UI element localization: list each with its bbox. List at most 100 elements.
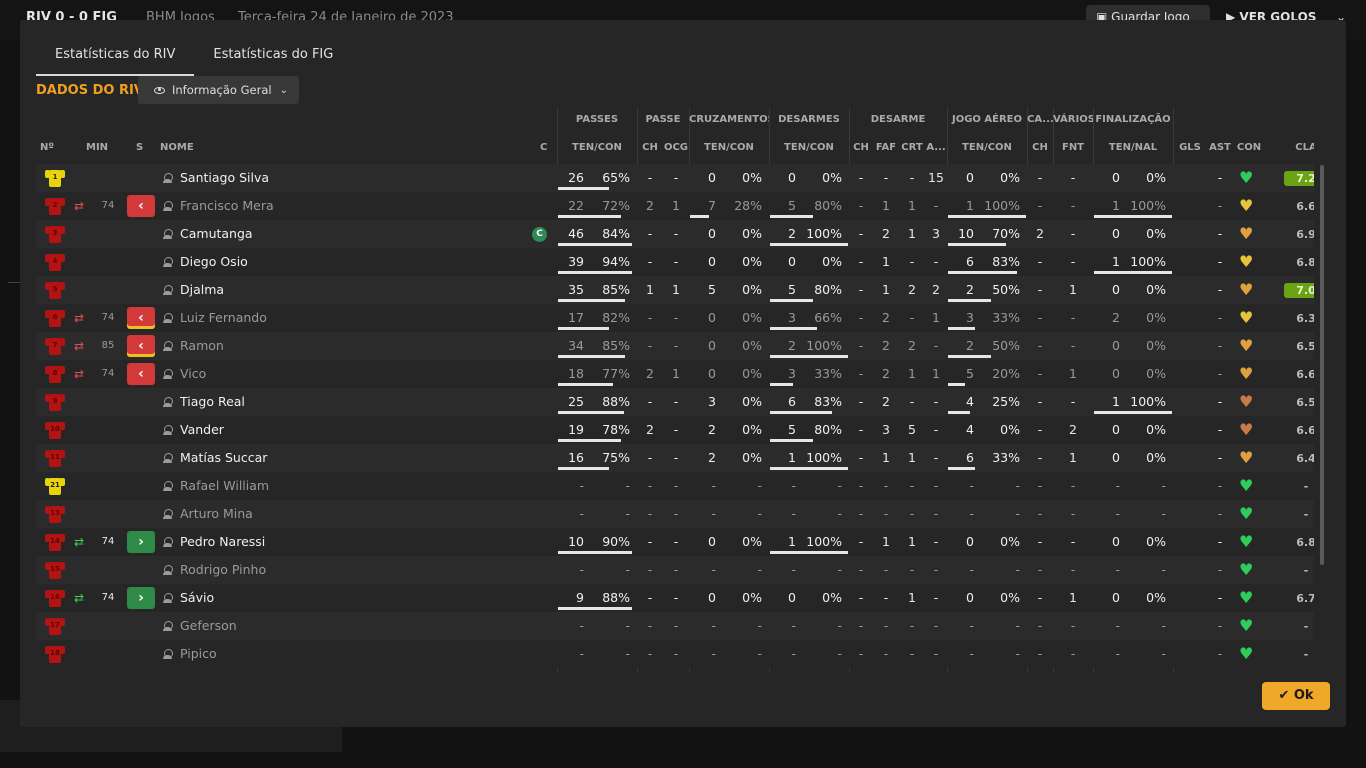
header-aereo-ten-con[interactable]: TEN/CON: [947, 136, 1027, 160]
clearances: -: [909, 646, 915, 661]
player-name[interactable]: Vico: [180, 360, 520, 388]
header-desarme-a[interactable]: A...: [925, 136, 947, 160]
player-name[interactable]: Diego Osio: [180, 248, 520, 276]
header-rating[interactable]: CLA: [1284, 136, 1314, 160]
desarme-a: -: [933, 618, 939, 633]
crosses-completed-pct: 0%: [742, 394, 762, 409]
header-desarme-faf[interactable]: FAF: [873, 136, 899, 160]
table-row[interactable]: 5 Djalma 35 85% 1 1 5 0% 5 80% -1 2 2 2 50% -1 0 0% - ♥ 7.0: [36, 276, 1314, 304]
player-name[interactable]: Matías Succar: [180, 444, 520, 472]
aerial-won-pct: 20%: [992, 366, 1020, 381]
player-name[interactable]: Djalma: [180, 276, 520, 304]
desarme-a: -: [933, 478, 939, 493]
header-ca-ch[interactable]: CH: [1027, 136, 1053, 160]
table-row[interactable]: 9 Tiago Real 25 88% - -3 0% 6 83% -2- -4 25% - -1 100%…: [36, 388, 1314, 416]
header-min[interactable]: MIN: [86, 136, 108, 160]
condition-heart-icon: ♥: [1239, 224, 1254, 243]
table-row[interactable]: 8 ⇄ 74 ‹ Vico 18 77% 2 1 0 0% 3 33% -2 1 1 5 20% -1 0 0% - ♥ 6.…: [36, 360, 1314, 388]
table-row[interactable]: 16 ⇄ 74 › Sávio 9 88% - -0 0% 0 0% - -1-0 0% -1 0 0% - ♥ 6.7: [36, 584, 1314, 612]
player-name[interactable]: Pedro Naressi: [180, 528, 520, 556]
table-row[interactable]: 18 Pipico - - - - - - - - - - - - - - - - - - - ♥ -: [36, 640, 1314, 668]
table-row[interactable]: 10 Vander 19 78% 2-2 0% 5 80% -3 5-4 0% -2 0 0% - ♥ 6.6: [36, 416, 1314, 444]
header-varios-fnt[interactable]: FNT: [1053, 136, 1093, 160]
substituted-in-icon[interactable]: ›: [127, 531, 155, 553]
shots-attempted: -: [1115, 562, 1120, 577]
desarme-a: -: [933, 422, 939, 437]
table-row[interactable]: 2 ⇄ 74 ‹ Francisco Mera 22 72% 2 1 7 28% 5 80% -1 1-1 1…: [36, 192, 1314, 220]
tab-fig-stats[interactable]: Estatísticas do FIG: [194, 46, 352, 76]
header-captain[interactable]: C: [540, 136, 547, 160]
player-name[interactable]: Santiago Silva: [180, 164, 520, 192]
table-row[interactable]: 3 Camutanga C 46 84% - -0 0% 2 100% -2 1 3 10 70% 2-0 0%…: [36, 220, 1314, 248]
substitution-arrows-icon: ⇄: [74, 367, 85, 381]
player-name[interactable]: Geferson: [180, 612, 520, 640]
header-condition[interactable]: CON: [1236, 136, 1262, 160]
crosses-completed-pct: 0%: [742, 422, 762, 437]
tab-riv-stats[interactable]: Estatísticas do RIV: [36, 46, 195, 76]
table-row[interactable]: 7 ⇄ 85 ‹ Ramon 34 85% - -0 0% 2 100% -2 2-2 50% - -0 0% - ♥…: [36, 332, 1314, 360]
player-name[interactable]: Luiz Fernando: [180, 304, 520, 332]
substituted-out-icon[interactable]: ‹: [127, 195, 155, 217]
player-rating: -: [1303, 648, 1309, 661]
table-row[interactable]: 1 Santiago Silva 26 65% - -0 0% 0 0% - - -15 0 0% - -0 0…: [36, 164, 1314, 192]
header-sub[interactable]: S: [136, 136, 143, 160]
shots-on-target-pct: -: [1161, 646, 1166, 661]
shots-attempted: 0: [1112, 590, 1120, 605]
cards: -: [1037, 338, 1043, 353]
table-row[interactable]: 14 ⇄ 74 › Pedro Naressi 10 90% - -0 0% 1 100% -1 1-0 0…: [36, 528, 1314, 556]
player-name[interactable]: Tiago Real: [180, 388, 520, 416]
scrollbar-thumb[interactable]: [1320, 165, 1324, 565]
substituted-out-icon[interactable]: ‹: [127, 335, 155, 357]
player-name[interactable]: Arturo Mina: [180, 500, 520, 528]
player-name[interactable]: Ramon: [180, 332, 520, 360]
shots-accuracy-bar: [1094, 271, 1172, 274]
player-name[interactable]: Rafael William: [180, 472, 520, 500]
player-name[interactable]: Sávio: [180, 584, 520, 612]
crosses-completed-pct: -: [757, 478, 762, 493]
player-name[interactable]: Camutanga: [180, 220, 520, 248]
cards: -: [1037, 198, 1043, 213]
substituted-in-icon[interactable]: ›: [127, 587, 155, 609]
key-passes: -: [647, 226, 653, 241]
table-row[interactable]: 17 Geferson - - - - - - - - - - - - - - - - - - - ♥ -: [36, 612, 1314, 640]
passes-completion-bar: [558, 467, 609, 470]
header-number[interactable]: Nº: [40, 136, 54, 160]
desarme-ch: -: [858, 478, 864, 493]
condition-heart-icon: ♥: [1239, 280, 1254, 299]
player-name[interactable]: Francisco Mera: [180, 192, 520, 220]
player-name[interactable]: Vander: [180, 416, 520, 444]
header-goals[interactable]: GLS: [1178, 136, 1202, 160]
shirt-icon: 16: [45, 588, 65, 608]
header-desarmes-ten-con[interactable]: TEN/CON: [769, 136, 849, 160]
aerial-won-pct: -: [1015, 506, 1020, 521]
shirt-number: 1: [52, 173, 58, 181]
view-dropdown[interactable]: Informação Geral ⌄: [138, 76, 299, 104]
header-desarme-crt[interactable]: CRT: [899, 136, 925, 160]
header-passes-ten-con[interactable]: TEN/CON: [557, 136, 637, 160]
player-name[interactable]: Pipico: [180, 640, 520, 668]
aerial-attempted: -: [969, 478, 974, 493]
table-row[interactable]: 11 Matías Succar 16 75% - -2 0% 1 100% -1 1-6 33% -1…: [36, 444, 1314, 472]
header-fin-ten-nal[interactable]: TEN/NAL: [1093, 136, 1173, 160]
fouls-suffered: -: [1070, 198, 1076, 213]
substituted-out-icon[interactable]: ‹: [127, 363, 155, 385]
header-passe-ch[interactable]: CH: [637, 136, 663, 160]
header-cruz-ten-con[interactable]: TEN/CON: [689, 136, 769, 160]
group-desarme: DESARME: [870, 114, 926, 125]
substituted-out-icon[interactable]: ‹: [127, 307, 155, 329]
player-rating: 6.8: [1296, 536, 1314, 549]
header-desarme-ch[interactable]: CH: [849, 136, 873, 160]
ok-button[interactable]: ✔ Ok: [1262, 682, 1330, 710]
person-icon: [163, 453, 173, 463]
desarme-a: -: [933, 646, 939, 661]
header-name[interactable]: NOME: [160, 136, 194, 160]
table-row[interactable]: 13 Arturo Mina - - - - - - - - - - - - - - - - - - - ♥ -: [36, 500, 1314, 528]
table-row[interactable]: 6 ⇄ 74 ‹ Luiz Fernando 17 82% - -0 0% 3 66% -2-1 3 33%…: [36, 304, 1314, 332]
player-name[interactable]: Rodrigo Pinho: [180, 556, 520, 584]
table-row[interactable]: 15 Rodrigo Pinho - - - - - - - - - - - - - - - - - - - ♥ -: [36, 556, 1314, 584]
table-row[interactable]: 21 Rafael William - - - - - - - - - - - - - - - - - - - ♥ -: [36, 472, 1314, 500]
condition-heart-icon: ♥: [1239, 560, 1254, 579]
header-passe-ocg[interactable]: OCG: [663, 136, 689, 160]
table-row[interactable]: 4 Diego Osio 39 94% - -0 0% 0 0% -1- -6 83% - -1 100% -…: [36, 248, 1314, 276]
header-assists[interactable]: AST: [1208, 136, 1232, 160]
